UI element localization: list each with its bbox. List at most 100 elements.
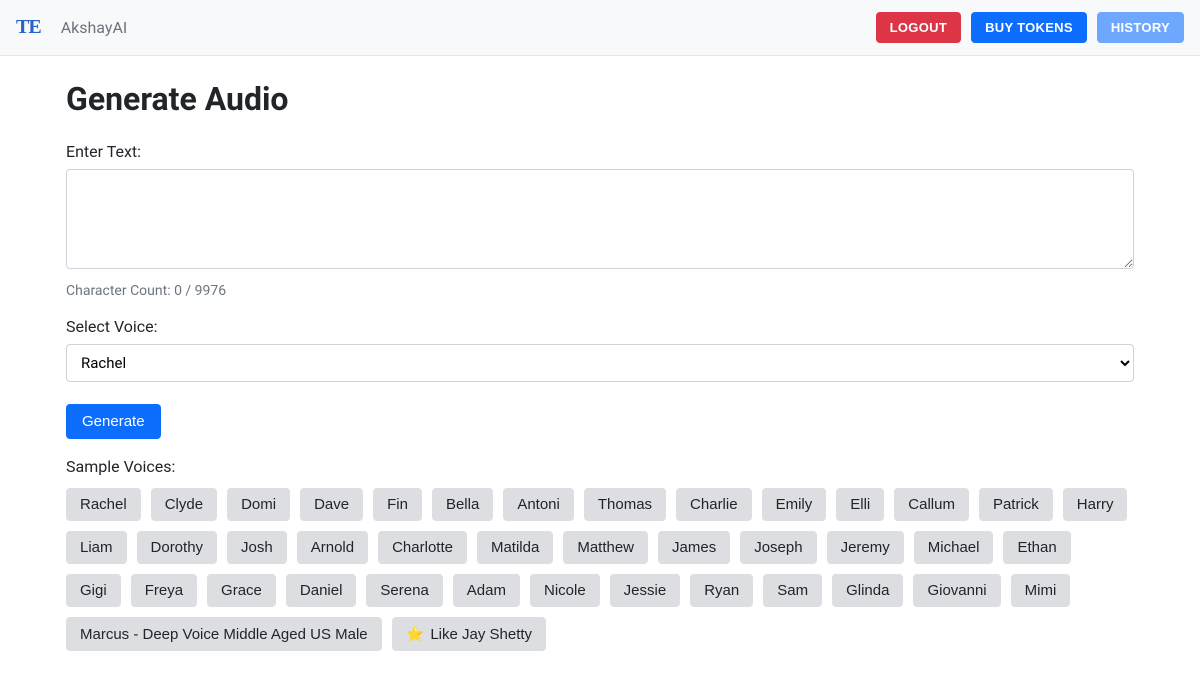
text-input[interactable] — [66, 169, 1134, 269]
sample-voice-label: Dave — [314, 496, 349, 513]
sample-voice-label: Ethan — [1017, 539, 1056, 556]
sample-voice-button[interactable]: Bella — [432, 488, 493, 521]
sample-voice-label: Josh — [241, 539, 273, 556]
sample-voice-button[interactable]: Charlie — [676, 488, 752, 521]
sample-voice-button[interactable]: Patrick — [979, 488, 1053, 521]
sample-voice-label: Marcus - Deep Voice Middle Aged US Male — [80, 626, 368, 643]
select-voice-group: Select Voice: Rachel — [66, 317, 1134, 382]
sample-voice-label: Nicole — [544, 582, 586, 599]
generate-button[interactable]: Generate — [66, 404, 161, 439]
sample-voice-button[interactable]: Charlotte — [378, 531, 467, 564]
sample-voice-button[interactable]: Emily — [762, 488, 827, 521]
sample-voice-button[interactable]: Antoni — [503, 488, 574, 521]
star-icon: ⭐ — [406, 625, 425, 643]
sample-voice-button[interactable]: Adam — [453, 574, 520, 607]
sample-voice-label: Sam — [777, 582, 808, 599]
sample-voice-button[interactable]: Dorothy — [137, 531, 218, 564]
sample-voice-label: Jessie — [624, 582, 667, 599]
sample-voice-button[interactable]: Ethan — [1003, 531, 1070, 564]
select-voice-label: Select Voice: — [66, 317, 1134, 336]
sample-voice-button[interactable]: Gigi — [66, 574, 121, 607]
sample-voice-button[interactable]: Sam — [763, 574, 822, 607]
character-count: Character Count: 0 / 9976 — [66, 283, 1134, 299]
buy-tokens-button[interactable]: BUY TOKENS — [971, 12, 1087, 43]
sample-voice-button[interactable]: Domi — [227, 488, 290, 521]
voice-select[interactable]: Rachel — [66, 344, 1134, 382]
sample-voice-button[interactable]: ⭐ Like Jay Shetty — [392, 617, 546, 651]
sample-voice-button[interactable]: Elli — [836, 488, 884, 521]
sample-voice-label: James — [672, 539, 716, 556]
sample-voice-label: Charlotte — [392, 539, 453, 556]
sample-voice-label: Adam — [467, 582, 506, 599]
sample-voice-label: Matilda — [491, 539, 539, 556]
sample-voice-label: Giovanni — [927, 582, 986, 599]
sample-voice-button[interactable]: Mimi — [1011, 574, 1071, 607]
sample-voice-label: Jeremy — [841, 539, 890, 556]
sample-voice-button[interactable]: Matilda — [477, 531, 553, 564]
sample-voice-label: Like Jay Shetty — [430, 626, 532, 643]
sample-voice-button[interactable]: Freya — [131, 574, 197, 607]
navbar-left: TE AkshayAI — [16, 16, 127, 39]
sample-voice-button[interactable]: Giovanni — [913, 574, 1000, 607]
sample-voice-label: Bella — [446, 496, 479, 513]
sample-voice-label: Joseph — [754, 539, 802, 556]
sample-voice-button[interactable]: Harry — [1063, 488, 1128, 521]
sample-voice-button[interactable]: Michael — [914, 531, 994, 564]
sample-voice-label: Domi — [241, 496, 276, 513]
sample-voice-button[interactable]: Arnold — [297, 531, 368, 564]
sample-voice-label: Michael — [928, 539, 980, 556]
sample-voices-label: Sample Voices: — [66, 457, 1134, 476]
sample-voice-button[interactable]: Josh — [227, 531, 287, 564]
enter-text-label: Enter Text: — [66, 142, 1134, 161]
sample-voice-button[interactable]: Marcus - Deep Voice Middle Aged US Male — [66, 617, 382, 651]
sample-voice-label: Fin — [387, 496, 408, 513]
sample-voice-button[interactable]: Ryan — [690, 574, 753, 607]
sample-voice-button[interactable]: Glinda — [832, 574, 903, 607]
sample-voice-label: Arnold — [311, 539, 354, 556]
sample-voice-button[interactable]: James — [658, 531, 730, 564]
sample-voice-label: Freya — [145, 582, 183, 599]
voice-grid: Rachel Clyde Domi Dave Fin Bella Antoni Thomas C… — [66, 488, 1134, 651]
sample-voice-button[interactable]: Callum — [894, 488, 969, 521]
sample-voice-label: Mimi — [1025, 582, 1057, 599]
enter-text-group: Enter Text: Character Count: 0 / 9976 — [66, 142, 1134, 299]
sample-voice-label: Dorothy — [151, 539, 204, 556]
brand-name: AkshayAI — [61, 18, 128, 37]
sample-voice-button[interactable]: Serena — [366, 574, 442, 607]
sample-voice-button[interactable]: Matthew — [563, 531, 648, 564]
sample-voice-label: Thomas — [598, 496, 652, 513]
sample-voice-label: Glinda — [846, 582, 889, 599]
sample-voice-button[interactable]: Joseph — [740, 531, 816, 564]
sample-voice-button[interactable]: Fin — [373, 488, 422, 521]
sample-voice-label: Patrick — [993, 496, 1039, 513]
sample-voice-button[interactable]: Grace — [207, 574, 276, 607]
sample-voice-button[interactable]: Jessie — [610, 574, 681, 607]
sample-voice-button[interactable]: Dave — [300, 488, 363, 521]
sample-voice-label: Elli — [850, 496, 870, 513]
logo-icon: TE — [16, 16, 41, 39]
sample-voice-label: Gigi — [80, 582, 107, 599]
sample-voice-button[interactable]: Rachel — [66, 488, 141, 521]
sample-voice-button[interactable]: Liam — [66, 531, 127, 564]
sample-voice-label: Rachel — [80, 496, 127, 513]
sample-voice-label: Clyde — [165, 496, 203, 513]
sample-voice-button[interactable]: Thomas — [584, 488, 666, 521]
navbar-right: LOGOUT BUY TOKENS HISTORY — [876, 12, 1184, 43]
sample-voice-button[interactable]: Daniel — [286, 574, 357, 607]
sample-voice-label: Emily — [776, 496, 813, 513]
sample-voice-button[interactable]: Jeremy — [827, 531, 904, 564]
history-button[interactable]: HISTORY — [1097, 12, 1184, 43]
sample-voice-button[interactable]: Nicole — [530, 574, 600, 607]
sample-voice-label: Liam — [80, 539, 113, 556]
sample-voice-label: Callum — [908, 496, 955, 513]
sample-voice-label: Grace — [221, 582, 262, 599]
logout-button[interactable]: LOGOUT — [876, 12, 961, 43]
sample-voice-label: Daniel — [300, 582, 343, 599]
page-title: Generate Audio — [66, 80, 1134, 118]
sample-voice-button[interactable]: Clyde — [151, 488, 217, 521]
main-container: Generate Audio Enter Text: Character Cou… — [50, 56, 1150, 675]
sample-voice-label: Ryan — [704, 582, 739, 599]
navbar: TE AkshayAI LOGOUT BUY TOKENS HISTORY — [0, 0, 1200, 56]
sample-voice-label: Matthew — [577, 539, 634, 556]
sample-voice-label: Antoni — [517, 496, 560, 513]
